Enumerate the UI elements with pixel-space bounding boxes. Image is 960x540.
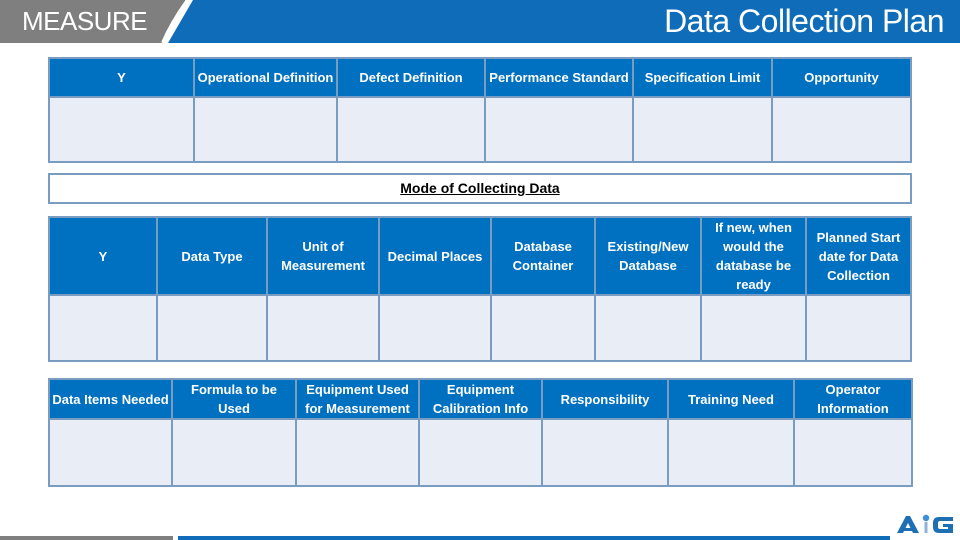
input-cell-calibration-info[interactable] (418, 418, 543, 487)
definitions-table: Y Operational Definition Defect Definiti… (48, 57, 912, 163)
input-cell-equipment-used[interactable] (295, 418, 420, 487)
input-cell-responsibility[interactable] (541, 418, 669, 487)
header-cell-database-ready: If new, when would the database be ready (700, 216, 807, 296)
input-cell-training-need[interactable] (667, 418, 795, 487)
header-cell-data-type: Data Type (156, 216, 268, 296)
section-label: MEASURE (22, 6, 148, 36)
mode-of-collecting-banner: Mode of Collecting Data (48, 173, 912, 204)
header-cell-specification-limit: Specification Limit (632, 57, 773, 98)
input-cell-existing-new-database[interactable] (594, 294, 702, 362)
header-cell-y: Y (48, 216, 158, 296)
input-cell-planned-start-date[interactable] (805, 294, 912, 362)
input-cell-performance-standard[interactable] (484, 96, 634, 163)
logo-a-bar (904, 528, 912, 531)
header-cell-performance-standard: Performance Standard (484, 57, 634, 98)
logo-dot (922, 514, 930, 522)
header-cell-training-need: Training Need (667, 378, 795, 420)
input-cell-formula[interactable] (171, 418, 297, 487)
aig-logo-icon (897, 514, 953, 533)
footer-blue-segment (178, 536, 890, 540)
header-cell-opportunity: Opportunity (771, 57, 912, 98)
header-cell-planned-start-date: Planned Start date for Data Collection (805, 216, 912, 296)
table-row (48, 294, 912, 362)
logo-letter-i (924, 522, 928, 533)
equipment-table: Data Items Needed Formula to be Used Equ… (48, 378, 913, 487)
input-cell-y[interactable] (48, 294, 158, 362)
table-row (48, 418, 913, 487)
input-cell-opportunity[interactable] (771, 96, 912, 163)
footer-gray-segment (0, 536, 173, 540)
table-header-row: Y Operational Definition Defect Definiti… (48, 57, 912, 98)
input-cell-y[interactable] (48, 96, 195, 163)
header-bar: MEASURE Data Collection Plan (0, 0, 960, 43)
input-cell-unit-of-measurement[interactable] (266, 294, 380, 362)
header-cell-defect-definition: Defect Definition (336, 57, 486, 98)
header-cell-formula: Formula to be Used (171, 378, 297, 420)
input-cell-database-ready[interactable] (700, 294, 807, 362)
input-cell-data-items-needed[interactable] (48, 418, 173, 487)
input-cell-decimal-places[interactable] (378, 294, 492, 362)
logo-letter-g (933, 517, 953, 533)
page-title: Data Collection Plan (664, 3, 944, 39)
header-cell-data-items-needed: Data Items Needed (48, 378, 173, 420)
header-cell-operator-information: Operator Information (793, 378, 913, 420)
table-header-row: Y Data Type Unit of Measurement Decimal … (48, 216, 912, 296)
input-cell-data-type[interactable] (156, 294, 268, 362)
banner-label: Mode of Collecting Data (400, 180, 560, 196)
table-row (48, 96, 912, 163)
header-cell-decimal-places: Decimal Places (378, 216, 492, 296)
table-header-row: Data Items Needed Formula to be Used Equ… (48, 378, 913, 420)
header-cell-existing-new-database: Existing/New Database (594, 216, 702, 296)
header-cell-responsibility: Responsibility (541, 378, 669, 420)
header-cell-y: Y (48, 57, 195, 98)
input-cell-operational-definition[interactable] (193, 96, 338, 163)
header-cell-operational-definition: Operational Definition (193, 57, 338, 98)
input-cell-database-container[interactable] (490, 294, 596, 362)
input-cell-defect-definition[interactable] (336, 96, 486, 163)
data-collection-table: Y Data Type Unit of Measurement Decimal … (48, 216, 912, 362)
header-cell-database-container: Database Container (490, 216, 596, 296)
header-cell-equipment-used: Equipment Used for Measurement (295, 378, 420, 420)
header-cell-unit-of-measurement: Unit of Measurement (266, 216, 380, 296)
input-cell-operator-information[interactable] (793, 418, 913, 487)
footer-bar (0, 536, 890, 540)
header-cell-calibration-info: Equipment Calibration Info (418, 378, 543, 420)
input-cell-specification-limit[interactable] (632, 96, 773, 163)
